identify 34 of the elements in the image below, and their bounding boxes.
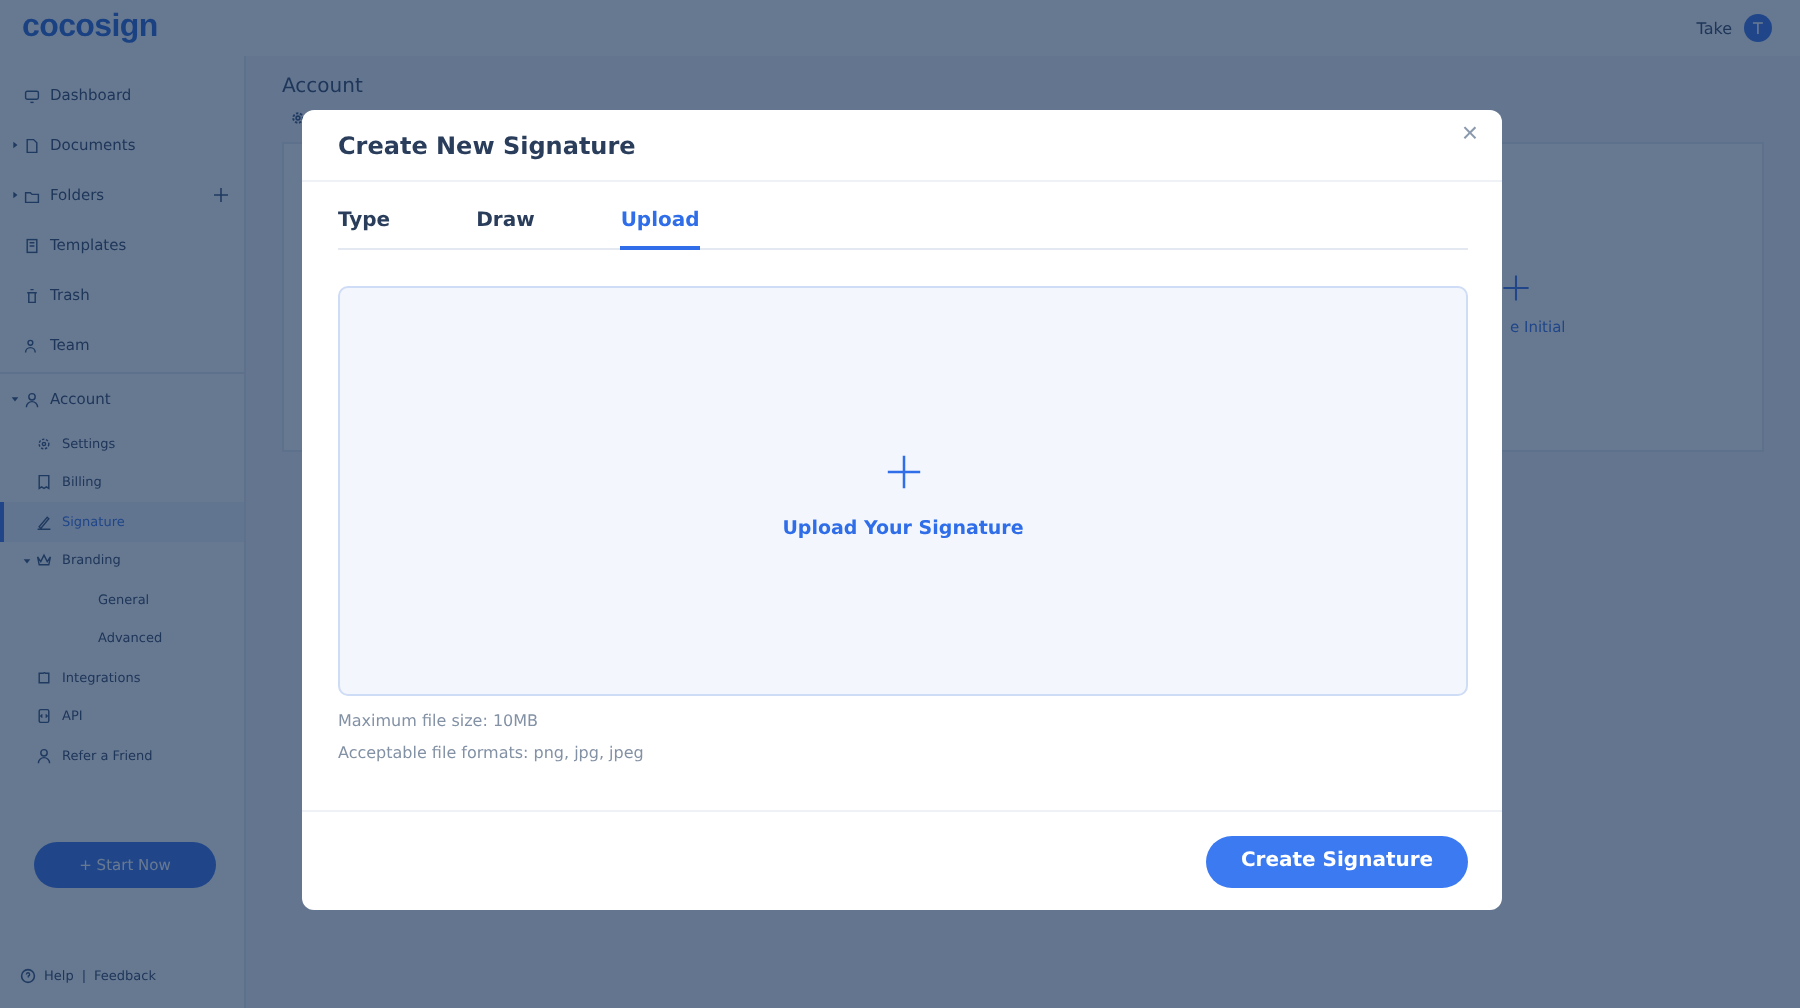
caret-icon[interactable] bbox=[22, 555, 32, 566]
tab[interactable]: Draw bbox=[476, 202, 535, 250]
upload-label: Upload Your Signature bbox=[782, 518, 1024, 540]
dialog-title: Create New Signature bbox=[338, 131, 636, 159]
app-logo[interactable]: cocosign bbox=[22, 10, 158, 46]
user-name: Take bbox=[1696, 19, 1732, 37]
code-icon bbox=[36, 708, 52, 725]
person-icon bbox=[36, 747, 52, 764]
gear-icon bbox=[36, 435, 52, 452]
caret-icon[interactable] bbox=[10, 190, 20, 200]
pen-icon bbox=[36, 513, 52, 530]
create-signature-button[interactable]: Create Signature bbox=[1206, 835, 1468, 887]
add-icon[interactable] bbox=[214, 188, 228, 202]
caret-icon[interactable] bbox=[10, 394, 20, 404]
document-icon bbox=[24, 137, 40, 153]
folder-icon bbox=[24, 187, 40, 203]
gear-icon bbox=[290, 110, 306, 126]
crown-icon bbox=[36, 552, 52, 569]
monitor-icon bbox=[24, 87, 40, 103]
person-icon bbox=[24, 391, 40, 407]
plus-icon bbox=[1502, 274, 1530, 302]
hint-text: Acceptable file formats: png, jpg, jpeg bbox=[338, 744, 646, 762]
plus-icon bbox=[885, 454, 921, 490]
page-title: Account bbox=[282, 76, 365, 98]
user-avatar[interactable]: T bbox=[1744, 14, 1772, 42]
tab[interactable]: Type bbox=[338, 202, 391, 250]
hint-text: Maximum file size: 10MB bbox=[338, 712, 541, 730]
upload-dropzone[interactable]: Upload Your Signature bbox=[338, 286, 1468, 696]
close-button[interactable]: × bbox=[1453, 116, 1486, 148]
caret-icon[interactable] bbox=[10, 140, 20, 150]
template-icon bbox=[24, 237, 40, 253]
tab[interactable]: Upload bbox=[620, 202, 700, 250]
trash-icon bbox=[24, 287, 40, 303]
help-icon bbox=[20, 968, 36, 984]
